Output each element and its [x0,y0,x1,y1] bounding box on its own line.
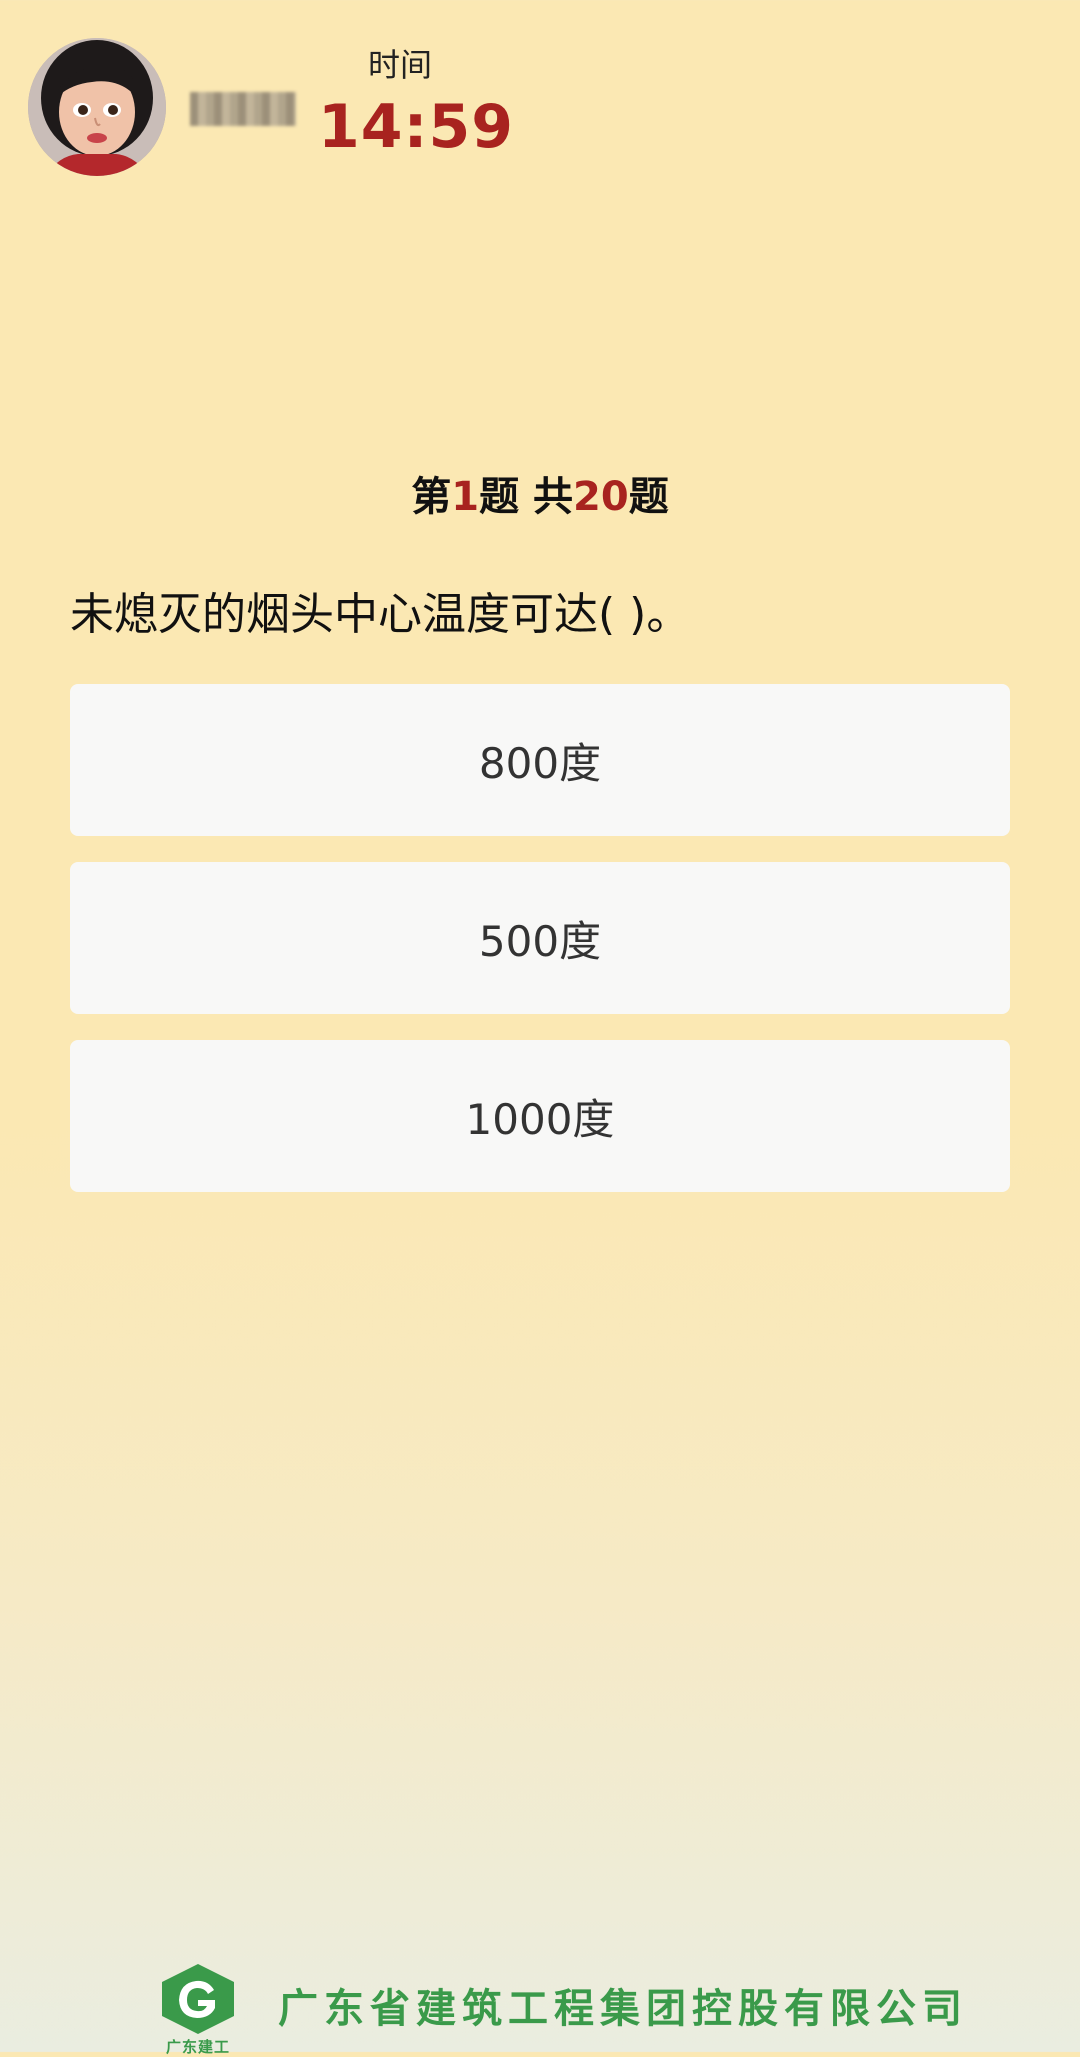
answer-option-label: 500度 [478,916,602,966]
counter-mid: 题 共 [479,474,574,520]
logo-subtext: 广东建工 [165,2038,230,2056]
answer-option-3[interactable]: 1000度 [70,1040,1010,1192]
counter-prefix: 第 [411,474,452,520]
company-logo-icon [162,1964,234,2034]
footer-branding: 广东建工 广东省建筑工程集团控股有限公司 [160,1960,962,2056]
countdown-timer: 14:59 [318,92,514,162]
question-text: 未熄灭的烟头中心温度可达( )。 [70,589,691,640]
answer-option-label: 1000度 [465,1094,615,1144]
user-avatar-icon [28,38,166,176]
counter-suffix: 题 [628,474,669,520]
question-counter: 第1题 共20题 [0,464,1080,522]
username-blurred [190,92,296,126]
company-name: 广东省建筑工程集团控股有限公司 [278,1986,968,2032]
timer-label: 时间 [367,46,432,84]
current-question-number: 1 [451,474,480,520]
answer-option-label: 800度 [478,738,602,788]
avatar[interactable] [28,38,166,176]
total-questions: 20 [573,474,629,520]
answer-option-1[interactable]: 800度 [70,684,1010,836]
answer-option-2[interactable]: 500度 [70,862,1010,1014]
